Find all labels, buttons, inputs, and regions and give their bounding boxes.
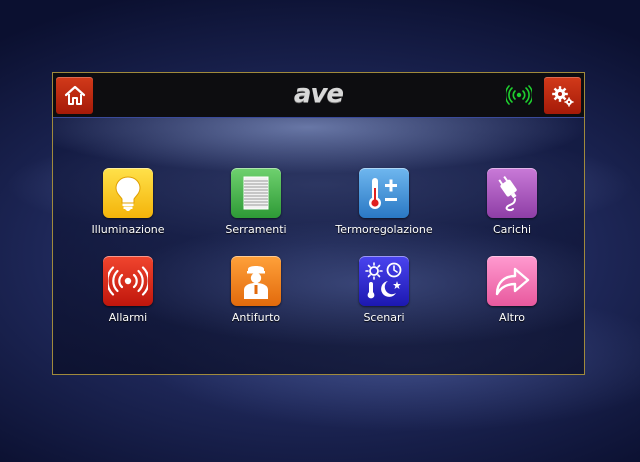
tile-icon-box	[359, 168, 409, 218]
main-panel: ave Illuminazione Serramenti Termoregola…	[52, 72, 585, 375]
tile-icon-box	[231, 168, 281, 218]
tile-altro[interactable]: Altro	[447, 256, 577, 324]
guard-icon	[244, 266, 268, 299]
gear-icon	[551, 85, 573, 106]
tile-label: Antifurto	[231, 311, 281, 324]
settings-button[interactable]	[544, 77, 581, 114]
tile-icon-box	[487, 168, 537, 218]
tile-icon-box	[231, 256, 281, 306]
forward-arrow-icon	[495, 267, 530, 296]
tile-icon-box	[103, 168, 153, 218]
scenarios-icon	[365, 262, 402, 299]
wireless-signal-icon	[506, 85, 532, 105]
tile-label: Scenari	[363, 311, 405, 324]
tile-label: Altro	[499, 311, 525, 324]
lightbulb-icon	[115, 176, 141, 211]
tile-serramenti[interactable]: Serramenti	[191, 168, 321, 236]
thermometer-icon	[369, 178, 397, 209]
shutter-icon	[243, 176, 269, 210]
tile-carichi[interactable]: Carichi	[447, 168, 577, 236]
tile-antifurto[interactable]: Antifurto	[191, 256, 321, 324]
tile-termoregolazione[interactable]: Termoregolazione	[319, 168, 449, 236]
top-bar: ave	[53, 73, 584, 118]
tile-label: Serramenti	[225, 223, 287, 236]
tile-icon-box	[103, 256, 153, 306]
alarm-signal-icon	[108, 266, 148, 296]
tile-label: Allarmi	[108, 311, 148, 324]
tile-label: Termoregolazione	[335, 223, 433, 236]
tile-label: Carichi	[492, 223, 532, 236]
tile-label: Illuminazione	[91, 223, 165, 236]
tile-icon-box	[487, 256, 537, 306]
tile-illuminazione[interactable]: Illuminazione	[63, 168, 193, 236]
tile-allarmi[interactable]: Allarmi	[63, 256, 193, 324]
plug-icon	[498, 175, 517, 212]
tile-icon-box	[359, 256, 409, 306]
tile-scenari[interactable]: Scenari	[319, 256, 449, 324]
brand-logo: ave	[293, 79, 344, 109]
